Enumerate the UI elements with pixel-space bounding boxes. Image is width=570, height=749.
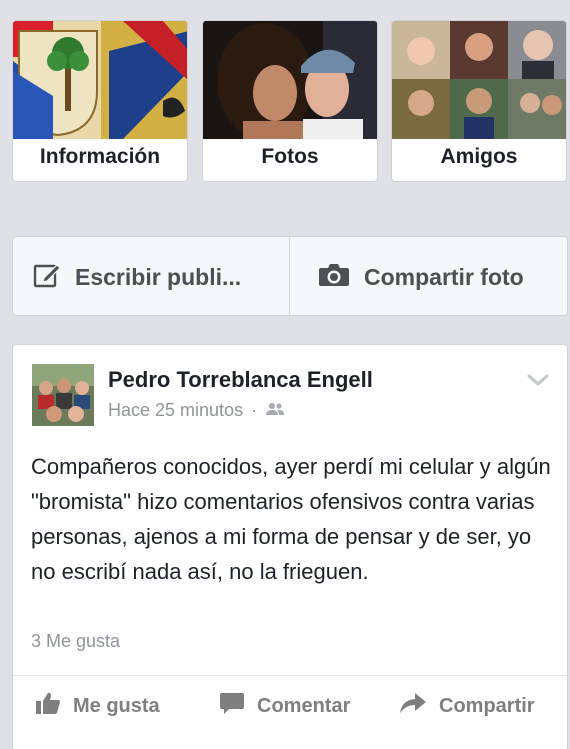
write-post-button[interactable]: Escribir publi... [33, 237, 241, 317]
share-photo-label: Compartir foto [364, 263, 524, 290]
post-timestamp[interactable]: Hace 25 minutos [108, 400, 243, 421]
write-post-label: Escribir publi... [75, 263, 242, 290]
post-author[interactable]: Pedro Torreblanca Engell [108, 367, 373, 393]
comment-button[interactable]: Comentar [219, 676, 350, 736]
tile-information-label: Información [39, 145, 161, 168]
composer-divider [289, 237, 290, 315]
friends-audience-icon[interactable] [265, 400, 285, 421]
share-arrow-icon [399, 692, 427, 720]
share-button[interactable]: Compartir [399, 676, 535, 736]
post-meta: Hace 25 minutos · [108, 400, 285, 421]
pencil-square-icon [33, 261, 61, 294]
tile-friends-label: Amigos [440, 145, 518, 168]
post-card: Pedro Torreblanca Engell Hace 25 minutos… [12, 344, 568, 749]
post-actions: Me gusta Comentar Compartir [13, 676, 567, 736]
comment-bubble-icon [219, 691, 245, 721]
profile-tiles: Información Fotos Amigos [12, 20, 567, 182]
like-button[interactable]: Me gusta [35, 676, 160, 736]
tile-information[interactable]: Información [12, 20, 188, 182]
avatar[interactable] [32, 364, 94, 426]
comment-label: Comentar [257, 694, 351, 717]
post-text: Compañeros conocidos, ayer perdí mi celu… [31, 454, 551, 584]
tile-photos[interactable]: Fotos [202, 20, 378, 182]
tile-photos-label: Fotos [261, 145, 319, 168]
couple-photo-thumbnail [203, 21, 377, 139]
tile-friends[interactable]: Amigos [391, 20, 567, 182]
like-label: Me gusta [73, 694, 160, 717]
composer-bar: Escribir publi... Compartir foto [12, 236, 568, 316]
friends-grid-thumbnail [392, 21, 566, 139]
thumbs-up-icon [35, 691, 61, 721]
share-photo-button[interactable]: Compartir foto [318, 237, 524, 317]
meta-dot: · [251, 400, 258, 420]
chevron-down-icon[interactable] [527, 373, 549, 392]
share-label: Compartir [439, 694, 535, 717]
camera-icon [318, 262, 350, 293]
like-count[interactable]: 3 Me gusta [31, 631, 120, 652]
coat-of-arms-thumbnail [13, 21, 187, 139]
